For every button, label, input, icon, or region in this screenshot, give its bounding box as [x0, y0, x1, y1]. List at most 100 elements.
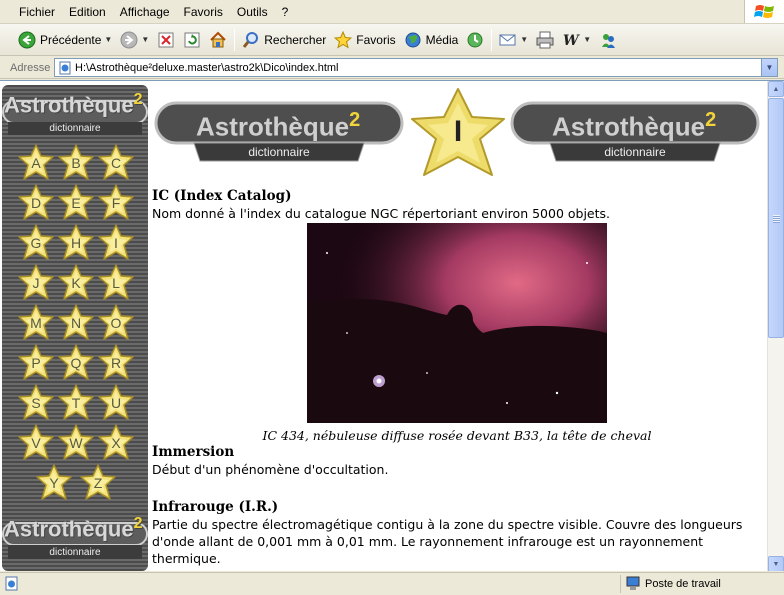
menu-outils[interactable]: Outils — [230, 1, 275, 23]
letter-e-button[interactable]: E — [56, 183, 96, 223]
letter-d-button[interactable]: D — [16, 183, 56, 223]
letter-u-button[interactable]: U — [96, 383, 136, 423]
messenger-button[interactable] — [595, 27, 621, 53]
letter-label: T — [71, 395, 81, 411]
letter-t-button[interactable]: T — [56, 383, 96, 423]
letter-g-button[interactable]: G — [16, 223, 56, 263]
chevron-down-icon[interactable]: ▼ — [141, 35, 149, 44]
letter-w-button[interactable]: W — [56, 423, 96, 463]
letter-label: C — [110, 155, 122, 171]
banner-logo-subtitle: dictionnaire — [248, 145, 310, 159]
address-label: Adresse — [10, 61, 51, 74]
refresh-button[interactable] — [179, 27, 205, 53]
logo-subtitle: dictionnaire — [49, 123, 101, 134]
letter-b-button[interactable]: B — [56, 143, 96, 183]
letter-y-button[interactable]: Y — [34, 463, 74, 503]
menu-favoris[interactable]: Favoris — [177, 1, 230, 23]
vertical-scrollbar[interactable]: ▲ ▼ — [767, 81, 784, 571]
page-status-icon — [4, 576, 20, 595]
favorites-label: Favoris — [356, 32, 396, 47]
entry-definition: Partie du spectre électromagétique conti… — [152, 517, 743, 566]
forward-button[interactable]: ▼ — [116, 27, 153, 53]
media-button[interactable]: Média — [400, 27, 463, 53]
scroll-down-icon[interactable]: ▼ — [768, 556, 784, 571]
page-icon — [58, 61, 72, 75]
mail-icon — [499, 31, 517, 49]
letter-j-button[interactable]: J — [16, 263, 56, 303]
stop-button[interactable] — [153, 27, 179, 53]
globe-icon — [404, 31, 422, 49]
letter-label: W — [69, 435, 83, 451]
letter-s-button[interactable]: S — [16, 383, 56, 423]
letter-n-button[interactable]: N — [56, 303, 96, 343]
letter-label: L — [112, 275, 120, 291]
letter-v-button[interactable]: V — [16, 423, 56, 463]
letter-l-button[interactable]: L — [96, 263, 136, 303]
letter-label: J — [32, 275, 40, 291]
dictionary-content: IC (Index Catalog) Nom donné à l'index d… — [152, 188, 762, 567]
letter-label: P — [31, 355, 41, 371]
letter-label: I — [114, 235, 118, 251]
refresh-icon — [183, 31, 201, 49]
letter-f-button[interactable]: F — [96, 183, 136, 223]
letter-q-button[interactable]: Q — [56, 343, 96, 383]
scroll-thumb[interactable] — [768, 98, 784, 338]
menu-affichage[interactable]: Affichage — [113, 1, 177, 23]
banner-logo-left: Astrothèque2 dictionnaire — [154, 99, 404, 169]
address-dropdown-icon[interactable]: ▼ — [761, 59, 777, 76]
letter-label: O — [110, 315, 122, 331]
letter-label: E — [71, 195, 81, 211]
address-field[interactable]: H:\Astrothèque²deluxe.master\astro2k\Dic… — [54, 58, 778, 77]
letter-z-button[interactable]: Z — [78, 463, 118, 503]
toolbar-separator — [491, 28, 493, 51]
entry-term: Immersion — [152, 444, 235, 460]
search-icon — [242, 31, 260, 49]
letter-label: B — [71, 155, 81, 171]
letter-a-button[interactable]: A — [16, 143, 56, 183]
scroll-up-icon[interactable]: ▲ — [768, 81, 784, 97]
letter-h-button[interactable]: H — [56, 223, 96, 263]
menu-edition[interactable]: Edition — [62, 1, 113, 23]
letter-label: M — [30, 315, 42, 331]
home-button[interactable] — [205, 27, 231, 53]
computer-icon — [625, 575, 641, 594]
search-button[interactable]: Rechercher — [238, 27, 330, 53]
letter-p-button[interactable]: P — [16, 343, 56, 383]
favorites-button[interactable]: Favoris — [330, 27, 399, 53]
chevron-down-icon[interactable]: ▼ — [583, 35, 591, 44]
letter-c-button[interactable]: C — [96, 143, 136, 183]
letter-o-button[interactable]: O — [96, 303, 136, 343]
letter-label: F — [111, 195, 121, 211]
chevron-down-icon[interactable]: ▼ — [104, 35, 112, 44]
letter-k-button[interactable]: K — [56, 263, 96, 303]
banner-logo-title: Astrothèque2 — [196, 109, 360, 143]
letter-label: Z — [93, 475, 103, 491]
menu-help[interactable]: ? — [275, 1, 296, 23]
letter-label: K — [71, 275, 81, 291]
back-button[interactable]: Précédente ▼ — [14, 27, 116, 53]
menu-fichier[interactable]: Fichier — [12, 1, 62, 23]
banner-logo-sup: 2 — [705, 109, 717, 131]
letter-i-button[interactable]: I — [96, 223, 136, 263]
stop-icon — [157, 31, 175, 49]
edit-button[interactable]: W ▼ — [558, 27, 595, 53]
letter-label: G — [30, 235, 42, 251]
messenger-icon — [599, 31, 617, 49]
mail-button[interactable]: ▼ — [495, 27, 532, 53]
address-url: H:\Astrothèque²deluxe.master\astro2k\Dic… — [75, 61, 339, 74]
letter-x-button[interactable]: X — [96, 423, 136, 463]
print-button[interactable] — [532, 27, 558, 53]
letter-label: Y — [49, 475, 59, 491]
letter-label: S — [31, 395, 41, 411]
printer-icon — [536, 31, 554, 49]
horsehead-nebula-image — [307, 223, 607, 423]
chevron-down-icon[interactable]: ▼ — [520, 35, 528, 44]
entry-definition: Début d'un phénomène d'occultation. — [152, 462, 389, 477]
history-button[interactable] — [462, 27, 488, 53]
forward-arrow-icon — [120, 31, 138, 49]
letter-m-button[interactable]: M — [16, 303, 56, 343]
logo-top: Astrothèque2 dictionnaire — [2, 85, 152, 135]
letter-label: H — [70, 235, 82, 251]
letter-r-button[interactable]: R — [96, 343, 136, 383]
